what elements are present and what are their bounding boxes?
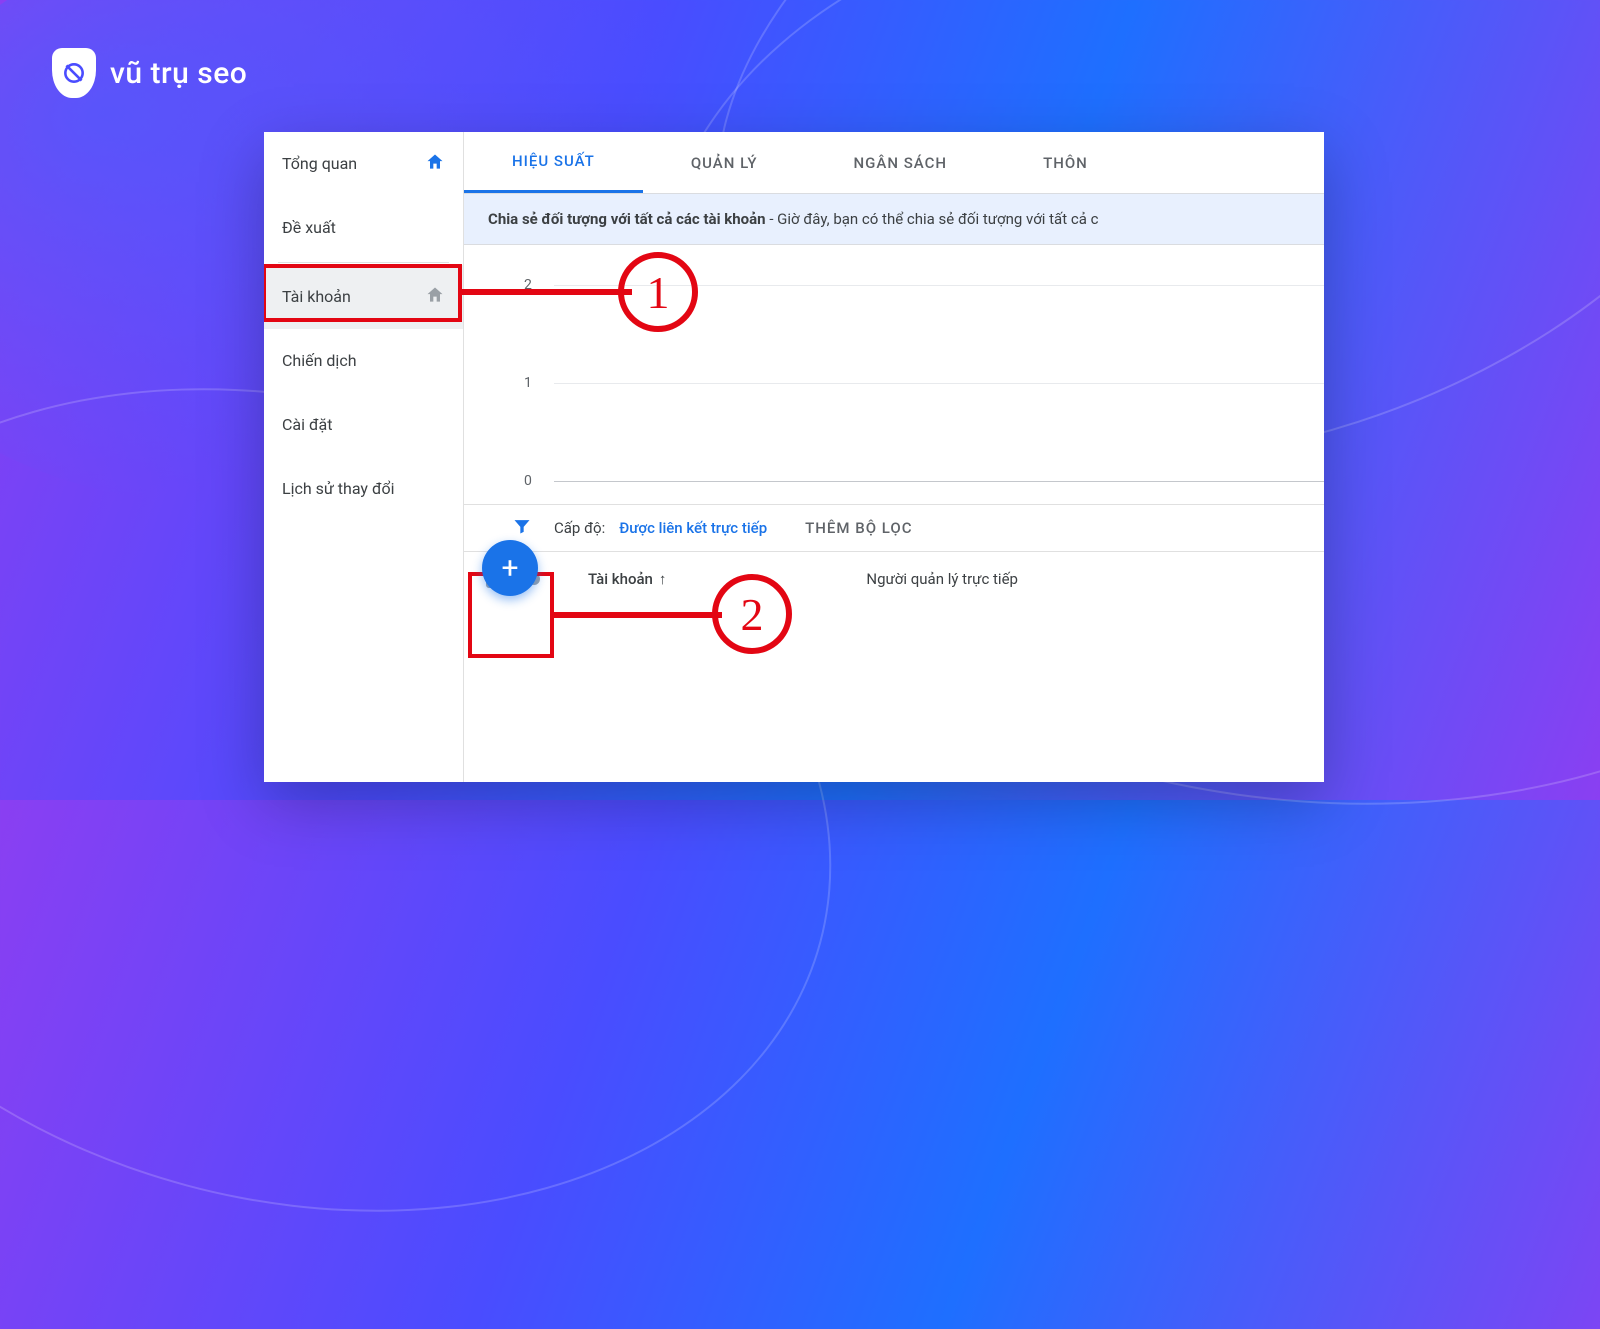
- column-account[interactable]: Tài khoản ↑: [588, 570, 666, 588]
- column-label: Người quản lý trực tiếp: [866, 570, 1018, 588]
- add-filter-button[interactable]: THÊM BỘ LỌC: [805, 519, 912, 537]
- filter-bar: Cấp độ: Được liên kết trực tiếp THÊM BỘ …: [464, 505, 1324, 552]
- level-value[interactable]: Được liên kết trực tiếp: [619, 519, 767, 537]
- sidebar-item-overview[interactable]: Tổng quan: [264, 132, 463, 196]
- app-window: Tổng quan Đề xuất Tài khoản Chiến dịch C…: [264, 132, 1324, 782]
- plus-icon: +: [501, 551, 518, 586]
- sidebar-item-label: Tài khoản: [282, 287, 351, 306]
- gridline: [554, 383, 1324, 384]
- brand-shield-icon: [52, 48, 96, 98]
- tab-label: NGÂN SÁCH: [854, 154, 948, 172]
- ytick-2: 2: [524, 277, 532, 293]
- tab-manage[interactable]: QUẢN LÝ: [643, 132, 806, 193]
- column-label: Tài khoản: [588, 570, 653, 588]
- tab-budget[interactable]: NGÂN SÁCH: [806, 132, 996, 193]
- home-icon: [425, 285, 445, 309]
- ytick-0: 0: [524, 473, 532, 489]
- sidebar-item-label: Lịch sử thay đổi: [282, 479, 395, 498]
- brand-logo: vũ trụ seo: [52, 48, 247, 98]
- sidebar-item-label: Tổng quan: [282, 154, 357, 173]
- tab-label: THÔN: [1043, 154, 1088, 172]
- gridline-axis: [554, 481, 1324, 482]
- home-icon: [425, 152, 445, 176]
- tab-performance[interactable]: HIỆU SUẤT: [464, 132, 643, 193]
- sort-asc-icon: ↑: [659, 570, 667, 588]
- performance-chart: 2 1 0: [464, 245, 1324, 505]
- brand-name: vũ trụ seo: [110, 56, 247, 91]
- tab-bar: HIỆU SUẤT QUẢN LÝ NGÂN SÁCH THÔN: [464, 132, 1324, 194]
- filter-icon[interactable]: [512, 516, 532, 540]
- sidebar: Tổng quan Đề xuất Tài khoản Chiến dịch C…: [264, 132, 464, 782]
- banner-text: - Giờ đây, bạn có thể chia sẻ đối tượng …: [766, 210, 1099, 228]
- sidebar-item-label: Chiến dịch: [282, 351, 357, 370]
- tab-label: QUẢN LÝ: [691, 154, 758, 172]
- add-button[interactable]: +: [482, 540, 538, 596]
- ytick-1: 1: [524, 375, 532, 391]
- column-manager[interactable]: Người quản lý trực tiếp: [866, 570, 1018, 588]
- sidebar-item-campaigns[interactable]: Chiến dịch: [264, 329, 463, 393]
- tab-more[interactable]: THÔN: [995, 132, 1136, 193]
- gridline: [554, 285, 1324, 286]
- level-label: Cấp độ:: [554, 519, 605, 537]
- sidebar-item-history[interactable]: Lịch sử thay đổi: [264, 457, 463, 521]
- sidebar-item-accounts[interactable]: Tài khoản: [264, 265, 463, 329]
- info-banner: Chia sẻ đối tượng với tất cả các tài kho…: [464, 194, 1324, 245]
- sidebar-item-label: Cài đặt: [282, 415, 332, 434]
- sidebar-divider: [278, 262, 449, 263]
- banner-title: Chia sẻ đối tượng với tất cả các tài kho…: [488, 210, 766, 228]
- sidebar-item-settings[interactable]: Cài đặt: [264, 393, 463, 457]
- sidebar-item-label: Đề xuất: [282, 218, 336, 237]
- main-panel: HIỆU SUẤT QUẢN LÝ NGÂN SÁCH THÔN Chia sẻ…: [464, 132, 1324, 782]
- sidebar-item-recommendations[interactable]: Đề xuất: [264, 196, 463, 260]
- table-header: Tài khoản ↑ Người quản lý trực tiếp: [464, 552, 1324, 606]
- tab-label: HIỆU SUẤT: [512, 152, 595, 170]
